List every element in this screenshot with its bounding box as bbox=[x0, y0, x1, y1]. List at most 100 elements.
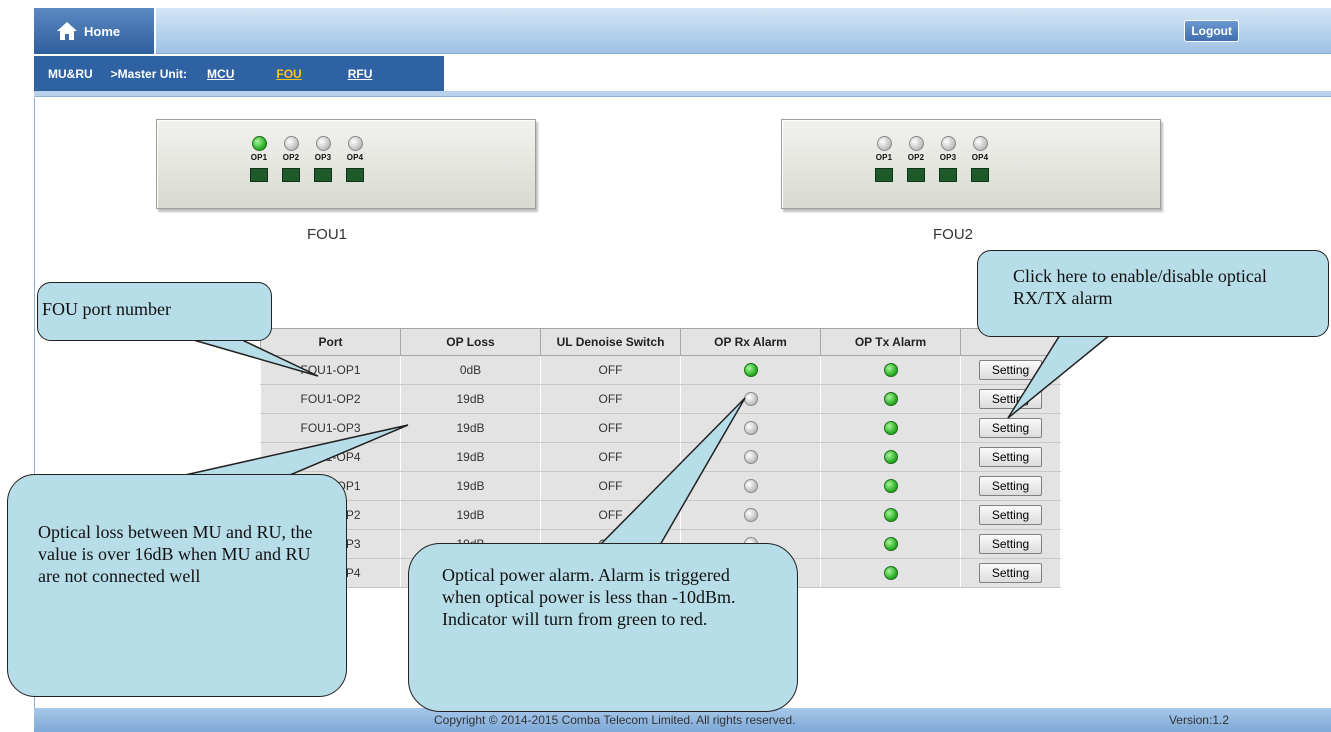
cell-op-loss: 19dB bbox=[400, 471, 541, 501]
tx-alarm-led-icon bbox=[883, 479, 898, 494]
cell-action: Setting bbox=[960, 529, 1061, 559]
fiber-jack bbox=[939, 168, 957, 182]
col-port: Port bbox=[260, 328, 401, 356]
cell-op-loss: 19dB bbox=[400, 500, 541, 530]
col-op-loss: OP Loss bbox=[400, 328, 541, 356]
cell-rx-alarm bbox=[680, 471, 821, 501]
setting-button[interactable]: Setting bbox=[978, 476, 1043, 496]
cell-tx-alarm bbox=[820, 384, 961, 414]
fou1-port: OP4 bbox=[342, 136, 368, 182]
tx-alarm-led-icon bbox=[883, 537, 898, 552]
nav-master-unit: >Master Unit: bbox=[110, 67, 188, 81]
fou2-op3-led bbox=[940, 136, 956, 151]
cell-ul-denoise: OFF bbox=[540, 500, 681, 530]
cell-port: FOU1-OP3 bbox=[260, 413, 401, 443]
port-label: OP1 bbox=[250, 153, 268, 162]
tx-alarm-led-icon bbox=[883, 363, 898, 378]
setting-button[interactable]: Setting bbox=[978, 505, 1043, 525]
port-label: OP3 bbox=[314, 153, 332, 162]
rx-alarm-led-icon bbox=[743, 479, 758, 494]
setting-button[interactable]: Setting bbox=[978, 447, 1043, 467]
rx-alarm-led-icon bbox=[743, 508, 758, 523]
port-label: OP1 bbox=[875, 153, 893, 162]
rx-alarm-led-icon bbox=[743, 363, 758, 378]
nav-link-mcu[interactable]: MCU bbox=[207, 67, 234, 81]
fou2-label: FOU2 bbox=[933, 226, 974, 243]
cell-tx-alarm bbox=[820, 471, 961, 501]
cell-rx-alarm bbox=[680, 500, 821, 530]
fou2-op2-led bbox=[908, 136, 924, 151]
home-tab[interactable]: Home bbox=[34, 8, 156, 54]
cell-action: Setting bbox=[960, 384, 1061, 414]
cell-tx-alarm bbox=[820, 558, 961, 588]
cell-tx-alarm bbox=[820, 442, 961, 472]
nav-mu-ru: MU&RU bbox=[48, 67, 93, 81]
table-row: FOU1-OP1 0dB OFF Setting bbox=[260, 355, 1061, 385]
fou1-port: OP2 bbox=[278, 136, 304, 182]
fou2-port: OP1 bbox=[871, 136, 897, 182]
tx-alarm-led-icon bbox=[883, 508, 898, 523]
table-row: FOU1-OP3 19dB OFF Setting bbox=[260, 413, 1061, 443]
table-row: FOU1-OP4 19dB OFF Setting bbox=[260, 442, 1061, 472]
fou1-op3-led bbox=[315, 136, 331, 151]
nav-link-rfu[interactable]: RFU bbox=[348, 67, 373, 81]
fiber-jack bbox=[282, 168, 300, 182]
fou1-port: OP1 bbox=[246, 136, 272, 182]
cell-tx-alarm bbox=[820, 355, 961, 385]
table-row: FOU2-OP219dBOFFSetting bbox=[260, 500, 1061, 530]
fou2-port: OP3 bbox=[935, 136, 961, 182]
fou2-module: OP1 OP2 OP3 OP4 bbox=[781, 119, 1161, 209]
rx-alarm-led-icon bbox=[743, 392, 758, 407]
table-row: FOU2-OP119dBOFFSetting bbox=[260, 471, 1061, 501]
logout-button[interactable]: Logout bbox=[1184, 20, 1239, 42]
top-bar: Home Logout bbox=[34, 8, 1331, 54]
rx-alarm-led-icon bbox=[743, 421, 758, 436]
tx-alarm-led-icon bbox=[883, 566, 898, 581]
setting-button[interactable]: Setting bbox=[978, 563, 1043, 583]
fou1-module: OP1 OP2 OP3 OP4 bbox=[156, 119, 536, 209]
cell-rx-alarm bbox=[680, 442, 821, 472]
fou2-port: OP4 bbox=[967, 136, 993, 182]
table-header-row: Port OP Loss UL Denoise Switch OP Rx Ala… bbox=[260, 328, 1061, 356]
fiber-jack bbox=[314, 168, 332, 182]
cell-action: Setting bbox=[960, 355, 1061, 385]
col-rx-alarm: OP Rx Alarm bbox=[680, 328, 821, 356]
cell-action: Setting bbox=[960, 471, 1061, 501]
callout-port-number: FOU port number bbox=[37, 282, 272, 341]
page: Home Logout MU&RU >Master Unit: MCU FOU … bbox=[0, 0, 1331, 732]
table-row: FOU1-OP2 19dB OFF Setting bbox=[260, 384, 1061, 414]
tx-alarm-led-icon bbox=[883, 392, 898, 407]
fou1-op1-led bbox=[251, 136, 267, 151]
callout-alarm-toggle: Click here to enable/disable optical RX/… bbox=[977, 250, 1329, 337]
setting-button[interactable]: Setting bbox=[978, 418, 1043, 438]
fou2-op4-led bbox=[972, 136, 988, 151]
fiber-jack bbox=[907, 168, 925, 182]
setting-button[interactable]: Setting bbox=[978, 360, 1043, 380]
col-tx-alarm: OP Tx Alarm bbox=[820, 328, 961, 356]
fiber-jack bbox=[875, 168, 893, 182]
fiber-jack bbox=[971, 168, 989, 182]
cell-port: FOU1-OP2 bbox=[260, 384, 401, 414]
setting-button[interactable]: Setting bbox=[978, 389, 1043, 409]
version-text: Version:1.2 bbox=[1168, 713, 1229, 727]
nav-link-fou[interactable]: FOU bbox=[276, 67, 301, 81]
cell-op-loss: 19dB bbox=[400, 442, 541, 472]
cell-rx-alarm bbox=[680, 413, 821, 443]
cell-ul-denoise: OFF bbox=[540, 355, 681, 385]
cell-action: Setting bbox=[960, 500, 1061, 530]
cell-action: Setting bbox=[960, 413, 1061, 443]
callout-op-loss: Optical loss between MU and RU, the valu… bbox=[7, 474, 347, 697]
fiber-jack bbox=[250, 168, 268, 182]
cell-ul-denoise: OFF bbox=[540, 384, 681, 414]
setting-button[interactable]: Setting bbox=[978, 534, 1043, 554]
port-label: OP4 bbox=[346, 153, 364, 162]
fou2-port: OP2 bbox=[903, 136, 929, 182]
port-label: OP2 bbox=[282, 153, 300, 162]
subnav-divider bbox=[34, 91, 1331, 97]
cell-tx-alarm bbox=[820, 529, 961, 559]
cell-tx-alarm bbox=[820, 500, 961, 530]
tx-alarm-led-icon bbox=[883, 450, 898, 465]
copyright-text: Copyright © 2014-2015 Comba Telecom Limi… bbox=[434, 713, 796, 727]
cell-tx-alarm bbox=[820, 413, 961, 443]
cell-ul-denoise: OFF bbox=[540, 413, 681, 443]
